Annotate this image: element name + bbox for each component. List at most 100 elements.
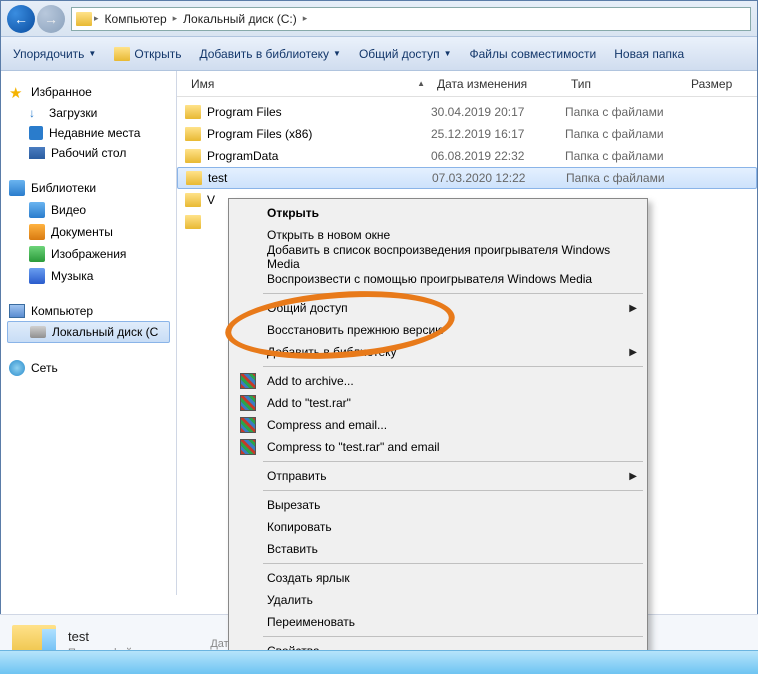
- menu-send-to[interactable]: Отправить▶: [231, 465, 645, 487]
- breadcrumb-drive[interactable]: Локальный диск (C:): [179, 10, 301, 28]
- winrar-icon: [240, 395, 256, 411]
- titlebar: ← → ▸ Компьютер ▸ Локальный диск (C:) ▸: [1, 1, 757, 37]
- sidebar-recent-label: Недавние места: [49, 126, 140, 140]
- folder-icon: [185, 149, 201, 163]
- toolbar-organize[interactable]: Упорядочить▼: [13, 47, 96, 61]
- menu-add-to-testrar[interactable]: Add to "test.rar": [231, 392, 645, 414]
- sidebar-documents[interactable]: Документы: [7, 221, 170, 243]
- folder-icon: [76, 12, 92, 26]
- toolbar-open[interactable]: Открыть: [114, 47, 181, 61]
- menu-share[interactable]: Общий доступ▶: [231, 297, 645, 319]
- nav-forward-button[interactable]: →: [37, 5, 65, 33]
- sidebar-documents-label: Документы: [51, 225, 113, 239]
- winrar-icon: [240, 439, 256, 455]
- toolbar-share[interactable]: Общий доступ▼: [359, 47, 452, 61]
- sidebar-computer[interactable]: Компьютер: [7, 301, 170, 321]
- file-row[interactable]: ProgramData 06.08.2019 22:32 Папка с фай…: [177, 145, 757, 167]
- sidebar-network-label: Сеть: [31, 361, 58, 375]
- toolbar-add-library[interactable]: Добавить в библиотеку▼: [199, 47, 340, 61]
- folder-icon: [185, 127, 201, 141]
- menu-open[interactable]: Открыть: [231, 202, 645, 224]
- taskbar[interactable]: [0, 650, 758, 674]
- file-row-selected[interactable]: test 07.03.2020 12:22 Папка с файлами: [177, 167, 757, 189]
- sidebar-computer-label: Компьютер: [31, 304, 93, 318]
- winrar-icon: [240, 373, 256, 389]
- menu-delete[interactable]: Удалить: [231, 589, 645, 611]
- menu-cut[interactable]: Вырезать: [231, 494, 645, 516]
- caret-down-icon: ▼: [88, 49, 96, 58]
- folder-icon: [186, 171, 202, 185]
- column-headers: Имя▲ Дата изменения Тип Размер: [177, 71, 757, 97]
- context-menu: Открыть Открыть в новом окне Добавить в …: [228, 198, 648, 666]
- sidebar-recent[interactable]: Недавние места: [7, 123, 170, 143]
- file-date: 25.12.2019 16:17: [431, 127, 565, 141]
- column-size[interactable]: Размер: [685, 77, 745, 91]
- menu-add-to-archive[interactable]: Add to archive...: [231, 370, 645, 392]
- menu-separator: [263, 461, 643, 462]
- sidebar-desktop[interactable]: Рабочий стол: [7, 143, 170, 163]
- chevron-right-icon: ▸: [94, 13, 99, 24]
- file-type: Папка с файлами: [566, 171, 686, 185]
- sidebar-network[interactable]: Сеть: [7, 357, 170, 379]
- submenu-arrow-icon: ▶: [629, 347, 637, 358]
- folder-icon: [185, 105, 201, 119]
- submenu-arrow-icon: ▶: [629, 303, 637, 314]
- menu-compress-testrar-email[interactable]: Compress to "test.rar" and email: [231, 436, 645, 458]
- address-bar[interactable]: ▸ Компьютер ▸ Локальный диск (C:) ▸: [71, 7, 751, 31]
- sidebar-downloads-label: Загрузки: [49, 106, 97, 120]
- file-name: Program Files (x86): [207, 127, 312, 141]
- breadcrumb-computer[interactable]: Компьютер: [101, 10, 171, 28]
- menu-paste[interactable]: Вставить: [231, 538, 645, 560]
- menu-add-library-label: Добавить в библиотеку: [267, 345, 397, 359]
- column-date[interactable]: Дата изменения: [431, 77, 565, 91]
- file-row[interactable]: Program Files (x86) 25.12.2019 16:17 Пап…: [177, 123, 757, 145]
- chevron-right-icon: ▸: [173, 13, 178, 24]
- menu-rename[interactable]: Переименовать: [231, 611, 645, 633]
- menu-add-library[interactable]: Добавить в библиотеку ▶: [231, 341, 645, 363]
- sidebar-music-label: Музыка: [51, 269, 93, 283]
- file-type: Папка с файлами: [565, 105, 685, 119]
- sidebar-local-disk[interactable]: Локальный диск (C: [7, 321, 170, 343]
- file-date: 07.03.2020 12:22: [432, 171, 566, 185]
- submenu-arrow-icon: ▶: [629, 471, 637, 482]
- menu-add-wmp-playlist[interactable]: Добавить в список воспроизведения проигр…: [231, 246, 645, 268]
- winrar-icon: [240, 417, 256, 433]
- documents-icon: [29, 224, 45, 240]
- network-icon: [9, 360, 25, 376]
- menu-compress-email[interactable]: Compress and email...: [231, 414, 645, 436]
- details-title: test: [68, 628, 158, 646]
- menu-copy[interactable]: Копировать: [231, 516, 645, 538]
- folder-icon: [185, 193, 201, 207]
- nav-back-button[interactable]: ←: [7, 5, 35, 33]
- star-icon: ★: [9, 84, 25, 100]
- toolbar-compat-files[interactable]: Файлы совместимости: [469, 47, 596, 61]
- menu-separator: [263, 490, 643, 491]
- download-icon: [29, 106, 43, 120]
- column-type[interactable]: Тип: [565, 77, 685, 91]
- sidebar-music[interactable]: Музыка: [7, 265, 170, 287]
- menu-restore-previous-version[interactable]: Восстановить прежнюю версию: [231, 319, 645, 341]
- menu-add-testrar-label: Add to "test.rar": [267, 396, 351, 410]
- sidebar-images[interactable]: Изображения: [7, 243, 170, 265]
- menu-separator: [263, 636, 643, 637]
- menu-compress-email-label: Compress and email...: [267, 418, 387, 432]
- column-name-label: Имя: [191, 77, 214, 91]
- desktop-icon: [29, 147, 45, 159]
- images-icon: [29, 246, 45, 262]
- disk-icon: [30, 326, 46, 338]
- sidebar-downloads[interactable]: Загрузки: [7, 103, 170, 123]
- chevron-right-icon: ▸: [303, 13, 308, 24]
- sidebar-video[interactable]: Видео: [7, 199, 170, 221]
- menu-create-shortcut[interactable]: Создать ярлык: [231, 567, 645, 589]
- menu-play-wmp[interactable]: Воспроизвести с помощью проигрывателя Wi…: [231, 268, 645, 290]
- file-row[interactable]: Program Files 30.04.2019 20:17 Папка с ф…: [177, 101, 757, 123]
- file-date: 30.04.2019 20:17: [431, 105, 565, 119]
- sidebar-favorites[interactable]: ★Избранное: [7, 81, 170, 103]
- sidebar-libraries[interactable]: Библиотеки: [7, 177, 170, 199]
- column-name[interactable]: Имя▲: [185, 77, 431, 91]
- toolbar-open-label: Открыть: [134, 47, 181, 61]
- toolbar-new-folder[interactable]: Новая папка: [614, 47, 684, 61]
- toolbar-add-library-label: Добавить в библиотеку: [199, 47, 329, 61]
- sidebar-video-label: Видео: [51, 203, 86, 217]
- recent-places-icon: [29, 126, 43, 140]
